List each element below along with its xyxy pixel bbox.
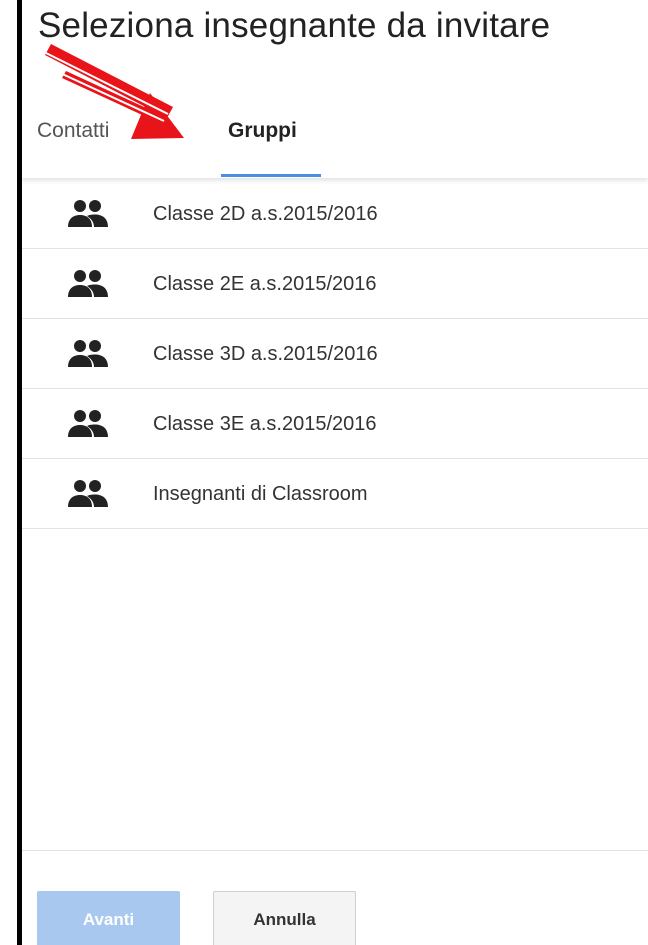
group-label: Classe 2E a.s.2015/2016 — [153, 273, 377, 295]
group-label: Classe 3E a.s.2015/2016 — [153, 413, 377, 435]
group-icon — [68, 480, 108, 507]
screenshot-frame: Seleziona insegnante da invitare Contatt… — [0, 0, 648, 945]
list-item-group-5[interactable]: Insegnanti di Classroom — [22, 459, 648, 529]
tab-bar: Contatti Gruppi — [22, 92, 648, 178]
group-icon — [68, 410, 108, 437]
group-label: Insegnanti di Classroom — [153, 483, 368, 505]
dialog-title: Seleziona insegnante da invitare — [38, 6, 551, 45]
group-list: Classe 2D a.s.2015/2016 Classe 2E a.s.20… — [22, 179, 648, 529]
active-tab-indicator — [221, 174, 321, 177]
list-item-group-3[interactable]: Classe 3D a.s.2015/2016 — [22, 319, 648, 389]
next-button[interactable]: Avanti — [37, 891, 180, 945]
invite-teacher-dialog: Seleziona insegnante da invitare Contatt… — [17, 0, 648, 945]
list-item-group-2[interactable]: Classe 2E a.s.2015/2016 — [22, 249, 648, 319]
group-icon — [68, 200, 108, 227]
list-item-group-4[interactable]: Classe 3E a.s.2015/2016 — [22, 389, 648, 459]
cancel-button[interactable]: Annulla — [213, 891, 356, 945]
group-icon — [68, 270, 108, 297]
tab-contacts[interactable]: Contatti — [37, 92, 109, 178]
footer-divider — [22, 850, 648, 851]
group-icon — [68, 340, 108, 367]
group-label: Classe 2D a.s.2015/2016 — [153, 203, 378, 225]
group-label: Classe 3D a.s.2015/2016 — [153, 343, 378, 365]
list-item-group-1[interactable]: Classe 2D a.s.2015/2016 — [22, 179, 648, 249]
tab-groups[interactable]: Gruppi — [228, 92, 297, 178]
